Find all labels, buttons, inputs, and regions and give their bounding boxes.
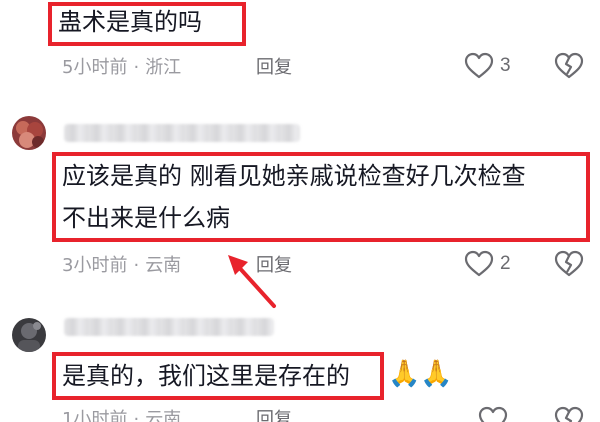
comment-location-1: 浙江	[145, 57, 182, 78]
avatar-image	[12, 116, 46, 150]
comment-list: 蛊术是真的吗 5小时前 · 浙江 回复 3 应该是真的 刚看见她亲戚说检查好几次检查…	[0, 0, 600, 422]
broken-heart-icon	[554, 52, 584, 79]
broken-heart-icon	[554, 406, 584, 422]
dislike-button-1[interactable]	[554, 52, 584, 84]
username-blurred[interactable]	[64, 318, 274, 336]
comment-text-3: 是真的，我们这里是存在的	[62, 362, 350, 390]
dislike-button-3[interactable]	[554, 406, 584, 422]
heart-outline-icon	[478, 406, 508, 422]
comment-time-2: 3小时前	[62, 255, 128, 276]
reply-button-3[interactable]: 回复	[256, 406, 292, 422]
pray-emoji: 🙏🙏	[388, 359, 453, 389]
like-count-1: 3	[500, 55, 511, 76]
comment-location-3: 云南	[145, 409, 182, 422]
comment-text-2-line2: 不出来是什么病	[62, 204, 230, 232]
dislike-button-2[interactable]	[554, 250, 584, 282]
avatar-image	[12, 318, 46, 352]
red-arrow-icon	[228, 255, 276, 308]
comment-text-1: 蛊术是真的吗	[58, 8, 202, 36]
like-button-3[interactable]	[478, 406, 508, 422]
broken-heart-icon	[554, 250, 584, 277]
meta-separator: ·	[133, 57, 140, 78]
avatar[interactable]	[12, 318, 46, 352]
comment-location-2: 云南	[145, 255, 182, 276]
meta-separator: ·	[133, 255, 140, 276]
comment-time-1: 5小时前	[62, 57, 128, 78]
comment-meta-1: 5小时前 · 浙江	[62, 54, 181, 82]
heart-outline-icon	[464, 250, 494, 277]
comment-text-2-line1: 应该是真的 刚看见她亲戚说检查好几次检查	[62, 162, 526, 190]
like-button-2[interactable]: 2	[464, 250, 511, 278]
like-button-1[interactable]: 3	[464, 52, 511, 80]
comment-time-3: 1小时前	[62, 409, 128, 422]
meta-separator: ·	[133, 409, 140, 422]
comment-meta-3: 1小时前 · 云南	[62, 406, 181, 422]
avatar[interactable]	[12, 116, 46, 150]
heart-outline-icon	[464, 52, 494, 79]
comment-meta-2: 3小时前 · 云南	[62, 252, 181, 280]
like-count-2: 2	[500, 253, 511, 274]
reply-button-1[interactable]: 回复	[256, 54, 292, 82]
username-blurred[interactable]	[64, 124, 300, 142]
